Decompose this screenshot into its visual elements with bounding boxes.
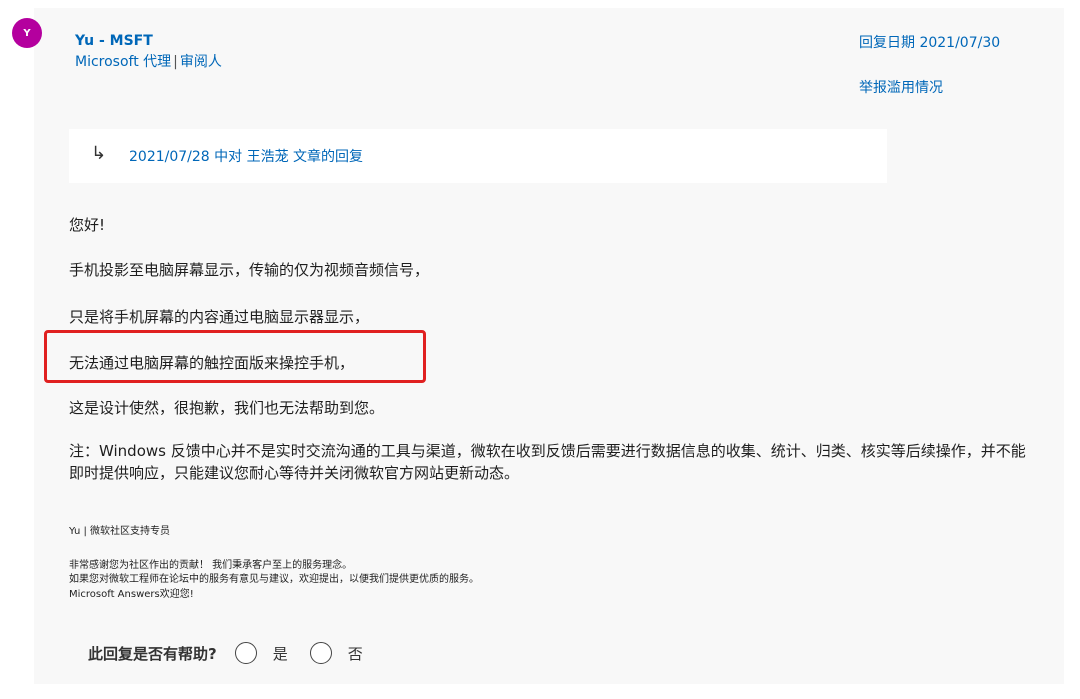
author-name-link[interactable]: Yu - MSFT <box>75 33 153 49</box>
author-meta: Microsoft 代理 | 审阅人 <box>75 51 222 71</box>
reply-date: 回复日期 2021/07/30 <box>859 35 1001 51</box>
helpful-no-radio[interactable] <box>309 642 332 664</box>
author-role-reviewer: 审阅人 <box>179 54 222 70</box>
author-role: Microsoft 代理 <box>75 54 172 70</box>
signature-line-2: 如果您对微软工程师在论坛中的服务有意见与建议，欢迎提出，以便我们提供更优质的服务… <box>69 574 479 585</box>
red-highlight-annotation <box>44 330 426 383</box>
quoted-reply-box: ↳ 2021/07/28 中对 王浩茏 文章的回复 <box>69 129 887 183</box>
helpful-feedback: 此回复是否有帮助? 是 否 <box>88 642 385 664</box>
body-line-2: 只是将手机屏幕的内容通过电脑显示器显示， <box>69 308 370 326</box>
helpful-yes-label[interactable]: 是 <box>273 643 288 664</box>
helpful-yes-radio[interactable] <box>234 642 257 664</box>
avatar[interactable]: Y <box>12 18 42 48</box>
signature-line-1: 非常感谢您为社区作出的贡献！ 我们秉承客户至上的服务理念。 <box>69 560 353 571</box>
report-abuse-link[interactable]: 举报滥用情况 <box>859 77 943 97</box>
signature-line-3: Microsoft Answers欢迎您! <box>69 589 194 600</box>
reply-arrow-icon: ↳ <box>91 143 107 164</box>
body-line-4: 这是设计使然，很抱歉，我们也无法帮助到您。 <box>69 399 385 417</box>
quoted-reply-link[interactable]: 2021/07/28 中对 王浩茏 文章的回复 <box>129 146 363 166</box>
signature-name: Yu | 微软社区支持专员 <box>69 526 171 537</box>
meta-separator: | <box>173 54 178 70</box>
helpful-question: 此回复是否有帮助? <box>88 644 217 663</box>
body-line-1: 手机投影至电脑屏幕显示，传输的仅为视频音频信号， <box>69 261 430 279</box>
greeting-text: 您好! <box>69 216 106 234</box>
note-paragraph: 注：Windows 反馈中心并不是实时交流沟通的工具与渠道，微软在收到反馈后需要… <box>69 442 1026 482</box>
helpful-no-label[interactable]: 否 <box>348 643 363 664</box>
